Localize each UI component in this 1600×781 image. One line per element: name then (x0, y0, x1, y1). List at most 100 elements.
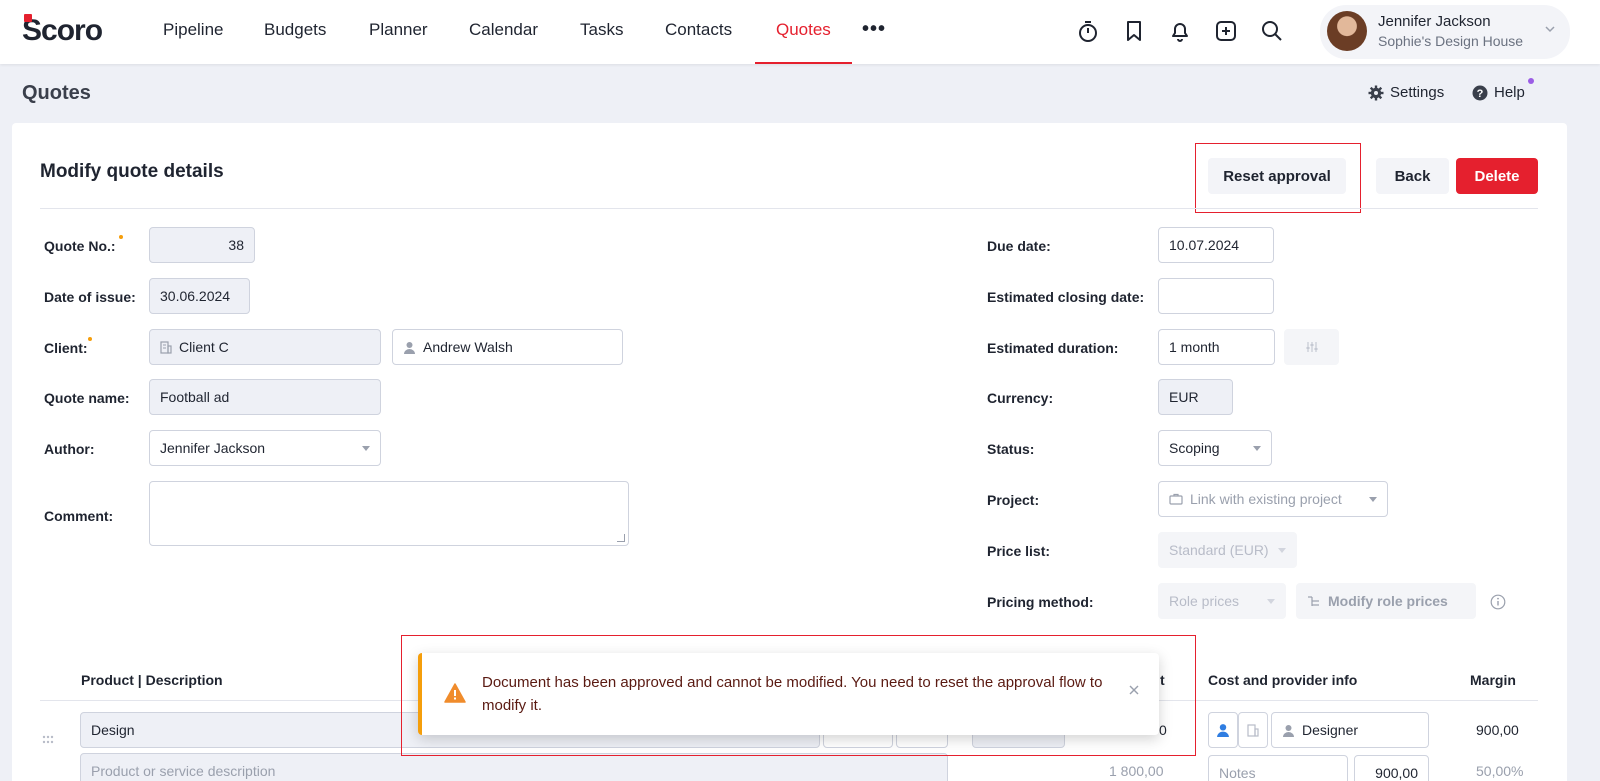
info-icon[interactable] (1490, 594, 1506, 610)
chevron-down-icon (362, 446, 370, 451)
project-label: Project: (987, 492, 1040, 508)
cost-value: 900,00 (1375, 765, 1418, 781)
product-value: Design (91, 722, 135, 738)
more-menu-icon[interactable]: ••• (862, 18, 886, 41)
project-select[interactable]: Link with existing project (1158, 481, 1388, 517)
margin-percent: 50,00% (1476, 763, 1524, 779)
currency-field[interactable]: EUR (1158, 379, 1233, 415)
settings-link[interactable]: Settings (1368, 84, 1444, 101)
logo-mark (24, 14, 32, 22)
provider-field[interactable]: Designer (1271, 712, 1429, 748)
provider-type-person-button[interactable] (1208, 712, 1238, 748)
provider-type-company-button[interactable] (1238, 712, 1268, 748)
settings-label: Settings (1390, 84, 1445, 101)
quote-name-field[interactable]: Football ad (149, 379, 381, 415)
quote-no-field[interactable]: 38 (149, 227, 255, 263)
pricing-method-select[interactable]: Role prices (1158, 583, 1286, 619)
header-divider (40, 208, 1538, 209)
chevron-down-icon (1278, 548, 1286, 553)
status-label: Status: (987, 441, 1035, 457)
client-contact-field[interactable]: Andrew Walsh (392, 329, 623, 365)
client-contact-value: Andrew Walsh (423, 339, 513, 355)
estimated-duration-value: 1 month (1169, 339, 1220, 355)
project-placeholder: Link with existing project (1190, 491, 1342, 507)
status-select[interactable]: Scoping (1158, 430, 1272, 466)
description-textarea[interactable]: Product or service description (80, 753, 948, 781)
currency-value: EUR (1169, 389, 1199, 405)
logo-text: Scoro (22, 14, 103, 47)
date-of-issue-field[interactable]: 30.06.2024 (149, 278, 250, 314)
nav-item-budgets[interactable]: Budgets (264, 20, 326, 40)
timer-icon[interactable] (1075, 18, 1101, 44)
help-link[interactable]: ? Help (1472, 84, 1525, 101)
comment-label: Comment: (44, 508, 114, 524)
reset-approval-highlight (1195, 143, 1361, 213)
person-icon (1283, 724, 1294, 737)
quote-no-label: Quote No.: (44, 238, 116, 254)
modify-role-prices-button[interactable]: Modify role prices (1296, 583, 1476, 619)
margin-header: Margin (1470, 672, 1516, 688)
due-date-value: 10.07.2024 (1169, 237, 1240, 253)
author-select[interactable]: Jennifer Jackson (149, 430, 381, 466)
top-navigation: Scoro Pipeline Budgets Planner Calendar … (0, 0, 1600, 64)
drag-handle-icon[interactable] (42, 735, 54, 745)
user-name: Jennifer Jackson (1378, 13, 1491, 30)
active-tab-indicator (755, 62, 852, 64)
date-of-issue-label: Date of issue: (44, 289, 136, 305)
chevron-down-icon (1369, 497, 1377, 502)
duration-settings-button[interactable] (1284, 329, 1339, 365)
user-company: Sophie's Design House (1378, 33, 1524, 49)
scoro-logo[interactable]: Scoro (22, 14, 103, 48)
resize-handle-icon[interactable] (617, 534, 625, 542)
bookmark-icon[interactable] (1121, 18, 1147, 44)
help-icon: ? (1472, 85, 1488, 100)
page-title: Quotes (22, 82, 91, 104)
delete-button[interactable]: Delete (1456, 158, 1538, 194)
search-icon[interactable] (1259, 18, 1285, 44)
nav-item-contacts[interactable]: Contacts (665, 20, 732, 40)
estimated-closing-date-label: Estimated closing date: (987, 289, 1145, 305)
client-company-value: Client C (179, 339, 229, 355)
person-icon (1217, 724, 1229, 737)
notes-field[interactable]: Notes (1208, 755, 1348, 781)
help-notification-dot (1528, 78, 1534, 84)
nav-item-pipeline[interactable]: Pipeline (163, 20, 224, 40)
pricing-method-label: Pricing method: (987, 594, 1094, 610)
user-menu[interactable]: Jennifer Jackson Sophie's Design House (1320, 5, 1570, 59)
toast-highlight (401, 635, 1196, 756)
list-icon (1308, 596, 1319, 606)
nav-item-tasks[interactable]: Tasks (580, 20, 623, 40)
client-company-field[interactable]: Client C (149, 329, 381, 365)
back-button[interactable]: Back (1376, 158, 1449, 194)
required-indicator (88, 337, 92, 341)
estimated-closing-date-field[interactable] (1158, 278, 1274, 314)
line-sum: 1 800,00 (1109, 763, 1164, 779)
modify-role-prices-label: Modify role prices (1328, 593, 1448, 609)
due-date-field[interactable]: 10.07.2024 (1158, 227, 1274, 263)
avatar (1327, 11, 1367, 51)
help-label: Help (1494, 84, 1525, 101)
cost-field[interactable]: 900,00 (1354, 755, 1429, 781)
nav-item-calendar[interactable]: Calendar (469, 20, 538, 40)
building-icon (160, 340, 172, 354)
estimated-duration-label: Estimated duration: (987, 340, 1119, 356)
description-placeholder: Product or service description (91, 763, 276, 779)
notes-placeholder: Notes (1219, 765, 1256, 781)
estimated-duration-field[interactable]: 1 month (1158, 329, 1275, 365)
pricing-method-value: Role prices (1169, 593, 1240, 609)
cost-provider-header: Cost and provider info (1208, 672, 1358, 688)
provider-value: Designer (1302, 722, 1359, 738)
nav-item-planner[interactable]: Planner (369, 20, 428, 40)
svg-text:?: ? (1477, 88, 1484, 100)
bell-icon[interactable] (1167, 18, 1193, 44)
chevron-down-icon (1267, 599, 1275, 604)
add-icon[interactable] (1213, 18, 1239, 44)
product-description-header: Product | Description (81, 672, 223, 688)
price-list-value: Standard (EUR) (1169, 542, 1269, 558)
nav-item-quotes[interactable]: Quotes (776, 20, 831, 40)
due-date-label: Due date: (987, 238, 1051, 254)
date-of-issue-value: 30.06.2024 (160, 288, 231, 304)
client-label: Client: (44, 340, 88, 356)
comment-textarea[interactable] (149, 481, 629, 546)
price-list-select[interactable]: Standard (EUR) (1158, 532, 1297, 568)
